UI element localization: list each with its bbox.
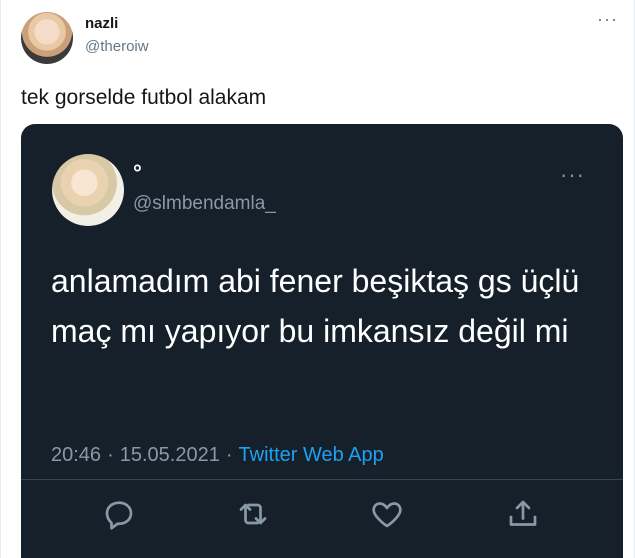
more-horizontal-icon[interactable]: ··· — [597, 10, 618, 28]
quoted-display-name: ° — [133, 160, 142, 185]
quoted-user-handle: @slmbendamla_ — [133, 193, 276, 214]
quoted-tweet-image[interactable]: ° @slmbendamla_ ··· anlamadım abi fener … — [21, 124, 623, 558]
avatar[interactable] — [21, 12, 73, 64]
tweet-text: tek gorselde futbol alakam — [21, 86, 267, 109]
quoted-tweet-text: anlamadım abi fener beşiktaş gs üçlü maç… — [51, 263, 580, 349]
divider — [21, 479, 623, 480]
share-icon — [503, 494, 543, 534]
meta-separator: · — [107, 444, 114, 466]
tweet-metadata: 20:46 · 15.05.2021 · Twitter Web App — [51, 444, 384, 467]
display-name[interactable]: nazli — [85, 15, 118, 32]
tweet-date: 15.05.2021 — [119, 444, 220, 466]
user-handle[interactable]: @theroiw — [85, 38, 149, 55]
tweet-time: 20:46 — [51, 444, 102, 466]
retweet-icon — [233, 494, 273, 534]
quoted-avatar — [52, 154, 124, 226]
more-horizontal-icon: ··· — [560, 162, 585, 187]
tweet-source: Twitter Web App — [238, 444, 384, 466]
like-icon — [367, 494, 407, 534]
action-bar — [21, 494, 623, 538]
meta-separator: · — [225, 444, 233, 466]
reply-icon — [99, 494, 139, 534]
outer-tweet: nazli @theroiw ··· tek gorselde futbol a… — [0, 0, 635, 558]
